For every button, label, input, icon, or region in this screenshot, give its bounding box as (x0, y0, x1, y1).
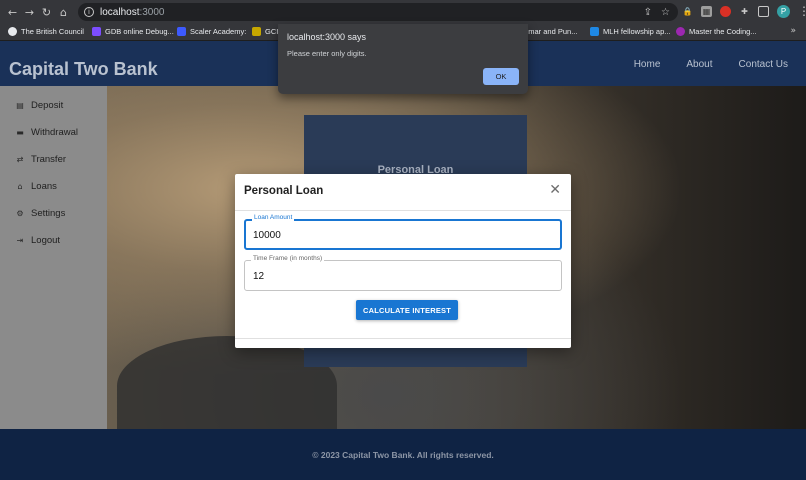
logout-icon: ⇥ (16, 236, 24, 245)
loan-amount-value[interactable]: 10000 (253, 230, 281, 241)
url-port: :3000 (139, 6, 165, 18)
time-frame-value[interactable]: 12 (253, 271, 264, 282)
bookmark-label: GDB online Debug... (105, 27, 174, 36)
bookmark-item[interactable]: Scaler Academy: (177, 27, 246, 36)
shield-extension-icon[interactable] (720, 5, 731, 17)
lock-extension-icon[interactable]: 🔒 (682, 6, 693, 17)
side-panel-icon[interactable] (758, 5, 769, 17)
bookmark-item[interactable]: MLH fellowship ap... (590, 27, 671, 36)
sidebar-item-logout[interactable]: ⇥ Logout (15, 235, 60, 246)
bookmark-label: mmar and Pun... (522, 27, 578, 36)
time-frame-field[interactable]: Time Frame (in months) 12 (244, 255, 562, 291)
bookmark-item[interactable]: The British Council (8, 27, 84, 36)
profile-avatar[interactable]: P (777, 4, 790, 18)
browser-menu-icon[interactable]: ⋮ (798, 4, 806, 18)
forward-icon[interactable]: → (21, 2, 38, 22)
sidebar: ▤ Deposit ▬ Withdrawal ⇄ Transfer ⌂ Loan… (0, 86, 107, 429)
site-nav: Home About Contact Us (634, 59, 788, 70)
sidebar-item-label: Deposit (31, 100, 64, 111)
bookmark-label: MLH fellowship ap... (603, 27, 671, 36)
site-info-icon[interactable]: i (84, 7, 94, 17)
home-icon[interactable]: ⌂ (55, 2, 72, 22)
alert-title: localhost:3000 says (287, 32, 367, 42)
browser-toolbar: ← → ↻ ⌂ i localhost:3000 ⇪ ☆ 🔒 ▦ ✚ P ⋮ (0, 0, 806, 24)
bookmark-item[interactable]: mmar and Pun... (522, 27, 577, 36)
calculate-interest-button[interactable]: CALCULATE INTEREST (356, 300, 458, 320)
bookmark-item[interactable]: Master the Coding... (676, 27, 757, 36)
sidebar-item-withdrawal[interactable]: ▬ Withdrawal (15, 127, 78, 138)
nav-about[interactable]: About (686, 59, 712, 70)
sidebar-item-label: Withdrawal (31, 127, 78, 138)
url-host: localhost (100, 6, 140, 18)
address-bar[interactable]: i localhost:3000 ⇪ ☆ (78, 3, 678, 21)
bookmark-favicon-icon (252, 27, 261, 36)
sidebar-item-label: Logout (31, 235, 61, 246)
brand-logo[interactable]: Capital Two Bank (9, 59, 158, 80)
alert-message: Please enter only digits. (287, 49, 367, 58)
bookmark-item[interactable]: GCI (252, 27, 278, 36)
sidebar-item-deposit[interactable]: ▤ Deposit (15, 100, 63, 111)
footer-copyright: © 2023 Capital Two Bank. All rights rese… (312, 450, 494, 460)
bookmark-label: The British Council (21, 27, 84, 36)
bookmark-favicon-icon (676, 27, 685, 36)
time-frame-label: Time Frame (in months) (251, 255, 325, 262)
bookmark-favicon-icon (92, 27, 101, 36)
extension-icon[interactable]: ▦ (701, 5, 712, 17)
loan-amount-field[interactable]: Loan Amount 10000 (244, 214, 562, 250)
bookmark-favicon-icon (8, 27, 17, 36)
personal-loan-dialog: Personal Loan ✕ Loan Amount 10000 Time F… (235, 174, 571, 348)
sidebar-item-label: Loans (31, 181, 57, 192)
dialog-title: Personal Loan (244, 185, 324, 197)
puzzle-icon[interactable]: ✚ (739, 6, 750, 17)
divider (235, 210, 571, 211)
deposit-icon: ▤ (16, 101, 24, 110)
loan-amount-label: Loan Amount (252, 214, 295, 221)
bookmark-label: GCI (265, 27, 279, 36)
share-icon[interactable]: ⇪ (644, 7, 652, 18)
site-footer: © 2023 Capital Two Bank. All rights rese… (0, 429, 806, 480)
withdrawal-icon: ▬ (16, 128, 24, 137)
sidebar-item-transfer[interactable]: ⇄ Transfer (15, 154, 66, 165)
bookmark-item[interactable]: GDB online Debug... (92, 27, 174, 36)
bookmark-label: Master the Coding... (689, 27, 757, 36)
bookmarks-overflow-icon[interactable]: » (790, 26, 796, 36)
sidebar-item-label: Transfer (31, 154, 67, 165)
nav-home[interactable]: Home (634, 59, 661, 70)
bookmark-label: Scaler Academy: (190, 27, 247, 36)
close-icon[interactable]: ✕ (549, 182, 561, 198)
sidebar-item-settings[interactable]: ⚙ Settings (15, 208, 65, 219)
gear-icon: ⚙ (16, 209, 24, 218)
bookmark-favicon-icon (590, 27, 599, 36)
transfer-icon: ⇄ (16, 155, 24, 164)
bank-icon: ⌂ (17, 182, 23, 191)
sidebar-item-label: Settings (31, 208, 66, 219)
bookmark-favicon-icon (177, 27, 186, 36)
sidebar-item-loans[interactable]: ⌂ Loans (15, 181, 57, 192)
bookmark-star-icon[interactable]: ☆ (661, 7, 670, 18)
reload-icon[interactable]: ↻ (38, 2, 55, 22)
back-icon[interactable]: ← (4, 2, 21, 22)
divider (235, 338, 571, 339)
nav-contact[interactable]: Contact Us (739, 59, 788, 70)
ok-button[interactable]: OK (483, 68, 519, 85)
browser-alert-dialog: localhost:3000 says Please enter only di… (278, 24, 528, 94)
